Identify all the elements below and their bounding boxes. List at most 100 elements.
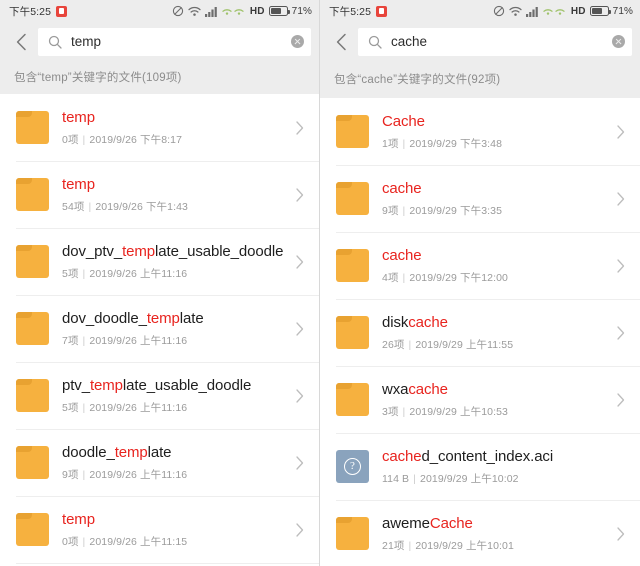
chevron-right-icon [612,123,630,141]
list-item[interactable]: cache 9项 | 2019/9/29 下午3:35 [320,165,640,232]
file-meta: 0项 | 2019/9/26 上午11:15 [62,536,188,548]
search-input[interactable]: temp [38,27,311,56]
list-item-texts: cache 9项 | 2019/9/29 下午3:35 [382,179,612,218]
list-item[interactable]: doodle_template 9项 | 2019/9/26 上午11:16 [0,429,319,496]
file-name: wxacache [382,381,448,398]
file-meta: 7项 | 2019/9/26 上午11:16 [62,335,188,347]
dual-screenshot-container: 下午5:25 HD 71% temp 包含“temp”关键字的文件(109项) … [0,0,640,566]
search-query-text: cache [391,34,428,49]
status-time: 下午5:25 [9,5,52,18]
file-name: cache [382,247,422,264]
folder-icon [336,115,369,148]
list-item[interactable]: diskcache 26项 | 2019/9/29 上午11:55 [320,299,640,366]
chevron-right-icon [612,190,630,208]
recorder-icon [56,5,68,17]
file-name: diskcache [382,314,448,331]
chevron-right-icon [291,454,309,472]
mute-icon [493,5,504,17]
file-name: dov_doodle_template [62,310,204,327]
list-item-texts: awemeCache 21项 | 2019/9/29 上午10:01 [382,514,612,553]
search-bar: temp [0,22,319,61]
folder-icon [16,446,49,479]
folder-icon [336,316,369,349]
search-input[interactable]: cache [358,27,632,56]
file-name: doodle_template [62,444,172,461]
list-item[interactable]: ? cached_content_index.aci 114 B | 2019/9/… [320,433,640,500]
clear-icon[interactable] [291,35,304,48]
status-bar-left: 下午5:25 [329,4,388,19]
chevron-right-icon [612,525,630,543]
file-meta: 26项 | 2019/9/29 上午11:55 [382,339,514,351]
file-meta: 1项 | 2019/9/29 下午3:48 [382,138,503,150]
file-name: ptv_template_usable_doodle [62,377,252,394]
search-icon [48,35,62,49]
file-meta: 4项 | 2019/9/29 下午12:00 [382,272,508,284]
chevron-right-icon [612,391,630,409]
search-bar: cache [320,22,640,61]
list-item-texts: ptv_template_usable_doodle 5项 | 2019/9/26 … [62,376,291,415]
chevron-right-icon [612,324,630,342]
folder-icon [16,111,49,144]
folder-icon [16,178,49,211]
status-bar-left: 下午5:25 [9,4,68,19]
status-time: 下午5:25 [329,5,372,18]
file-name: cache [382,180,422,197]
network-type-label: HD [570,5,586,17]
file-name: temp [62,176,95,193]
chevron-right-icon [291,320,309,338]
back-arrow-icon[interactable] [324,25,358,59]
search-query-text: temp [71,34,102,49]
list-item-texts: dov_ptv_template_usable_doodle 5项 | 2019/9… [62,242,291,281]
battery-icon [268,6,290,16]
results-summary-label: 包含“cache”关键字的文件(92项) [320,61,640,98]
file-name: Cache [382,113,425,130]
status-bar: 下午5:25 HD 71% [0,0,319,22]
search-icon [368,35,382,49]
list-item[interactable]: dov_doodle_template 7项 | 2019/9/26 上午11:16 [0,295,319,362]
panel-left-temp-search: 下午5:25 HD 71% temp 包含“temp”关键字的文件(109项) … [0,0,320,566]
folder-icon [336,383,369,416]
file-meta: 114 B | 2019/9/29 上午10:02 [382,473,519,485]
wifi-icon [188,6,201,16]
folder-icon [336,249,369,282]
list-item-texts: Cache 1项 | 2019/9/29 下午3:48 [382,112,612,151]
status-bar-right: HD 71% [493,5,633,17]
folder-icon [16,312,49,345]
list-item[interactable]: temp 54项 | 2019/9/26 下午1:43 [0,161,319,228]
dual-sim-icon [222,8,244,15]
chevron-right-icon [291,387,309,405]
folder-icon [16,379,49,412]
battery-icon [589,6,611,16]
wifi-icon [509,6,522,16]
list-item[interactable]: Cache 1项 | 2019/9/29 下午3:48 [320,98,640,165]
status-bar: 下午5:25 HD 71% [320,0,640,22]
battery-percent: 71% [291,5,312,17]
network-type-label: HD [249,5,265,17]
file-meta: 9项 | 2019/9/29 下午3:35 [382,205,503,217]
file-meta: 54项 | 2019/9/26 下午1:43 [62,201,188,213]
list-item[interactable]: dov_ptv_template_usable_doodle 5项 | 2019/9… [0,228,319,295]
list-item[interactable]: temp 0项 | 2019/9/26 上午11:15 [0,496,319,563]
file-name: dov_ptv_template_usable_doodle [62,243,284,260]
list-item-texts: cached_content_index.aci 114 B | 2019/9/29… [382,447,630,486]
chevron-right-icon [291,253,309,271]
dual-sim-icon [543,8,565,15]
folder-icon [16,513,49,546]
list-item[interactable]: ptv_template_usable_doodle 5项 | 2019/9/26 … [0,362,319,429]
search-results-list-right[interactable]: Cache 1项 | 2019/9/29 下午3:48 cache 9项 | 2019/… [320,98,640,566]
file-icon: ? [336,450,369,483]
clear-icon[interactable] [612,35,625,48]
list-item[interactable]: temp 0项 | 2019/9/26 下午8:17 [0,94,319,161]
list-item[interactable]: awemeCache 21项 | 2019/9/29 上午10:01 [320,500,640,566]
panel-right-cache-search: 下午5:25 HD 71% cache 包含“cache”关键字的文件(92项)… [320,0,640,566]
back-arrow-icon[interactable] [4,25,38,59]
signal-icon [204,6,217,17]
search-results-list-left[interactable]: temp 0项 | 2019/9/26 下午8:17 temp 54项 | 2019/9… [0,94,319,566]
list-item-texts: doodle_template 9项 | 2019/9/26 上午11:16 [62,443,291,482]
file-name: awemeCache [382,515,473,532]
list-item[interactable]: cache 4项 | 2019/9/29 下午12:00 [320,232,640,299]
folder-icon [16,245,49,278]
folder-icon [336,182,369,215]
list-item[interactable]: wxacache 3项 | 2019/9/29 上午10:53 [320,366,640,433]
file-name: temp [62,511,95,528]
